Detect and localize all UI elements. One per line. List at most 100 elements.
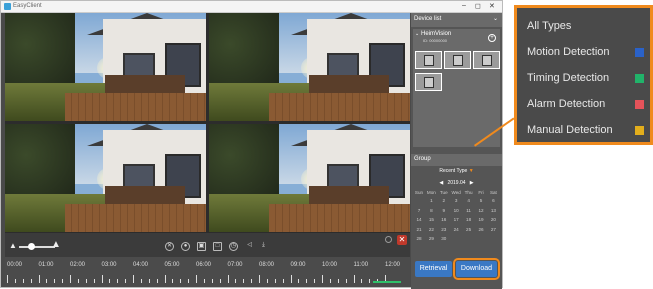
- volume-icon[interactable]: ◁: [245, 242, 254, 251]
- calendar-day[interactable]: 5: [475, 198, 487, 203]
- timeline-tick: [329, 279, 331, 283]
- timeline-tick: [7, 275, 8, 283]
- stop-icon[interactable]: ✕: [165, 242, 174, 251]
- calendar-day[interactable]: 30: [438, 236, 450, 241]
- timeline-tick: [38, 275, 40, 283]
- fullscreen-icon[interactable]: □: [213, 242, 222, 251]
- film-icon: [424, 55, 434, 66]
- calendar-day[interactable]: 9: [438, 208, 450, 213]
- record-icon[interactable]: ●: [181, 242, 190, 251]
- timeline-tick: [203, 279, 205, 283]
- zoom-slider[interactable]: [19, 246, 55, 248]
- calendar-day[interactable]: 6: [487, 198, 499, 203]
- timeline-label: 05:00: [164, 262, 180, 268]
- calendar-day[interactable]: 7: [413, 208, 425, 213]
- maximize-button[interactable]: ◻: [475, 2, 481, 10]
- calendar-day[interactable]: 8: [425, 208, 437, 213]
- settings-icon[interactable]: [385, 236, 392, 243]
- legend-item-motion: Motion Detection: [527, 46, 610, 58]
- timeline-tick: [322, 275, 323, 283]
- video-cell-1[interactable]: [5, 13, 206, 121]
- channel-thumb-1[interactable]: [415, 51, 442, 69]
- zoom-out-icon[interactable]: ▲: [9, 241, 17, 250]
- channel-thumb-3[interactable]: [473, 51, 500, 69]
- download-button[interactable]: Download: [453, 258, 500, 280]
- timeline-tick: [62, 279, 64, 283]
- timeline-tick: [172, 279, 174, 283]
- download-icon[interactable]: ⤓: [259, 242, 268, 251]
- timeline-tick: [306, 279, 308, 283]
- timeline-tick: [298, 279, 300, 283]
- calendar-day[interactable]: 22: [425, 227, 437, 232]
- calendar-day[interactable]: 13: [487, 208, 499, 213]
- timeline-tick: [290, 275, 292, 283]
- timeline-tick: [133, 275, 134, 283]
- calendar-day[interactable]: 18: [463, 217, 475, 222]
- dropdown-arrow-icon: ▼: [468, 168, 474, 174]
- timeline-tick: [77, 279, 79, 283]
- timeline-tick: [140, 279, 142, 283]
- calendar-day[interactable]: 10: [450, 208, 462, 213]
- timeline-record-segment[interactable]: [373, 281, 401, 283]
- timeline-tick: [188, 279, 190, 283]
- snapshot-icon[interactable]: ▣: [197, 242, 206, 251]
- timeline-tick: [369, 279, 371, 283]
- calendar-day[interactable]: 4: [463, 198, 475, 203]
- calendar-day[interactable]: 14: [413, 217, 425, 222]
- calendar-day[interactable]: 28: [413, 236, 425, 241]
- channel-thumb-4[interactable]: [415, 73, 442, 91]
- prev-month-icon[interactable]: ◀: [439, 180, 443, 186]
- timeline-tick: [30, 279, 32, 283]
- film-icon: [424, 77, 434, 88]
- calendar-day[interactable]: 15: [425, 217, 437, 222]
- calendar-weekday: Sun: [414, 190, 424, 195]
- video-cell-2[interactable]: [209, 13, 410, 121]
- calendar-day[interactable]: 21: [413, 227, 425, 232]
- video-cell-3[interactable]: [5, 124, 206, 232]
- calendar-day[interactable]: 16: [438, 217, 450, 222]
- calendar-day[interactable]: 11: [463, 208, 475, 213]
- calendar-day[interactable]: 3: [450, 198, 462, 203]
- zoom-in-icon[interactable]: ▲: [51, 239, 61, 250]
- close-window-button[interactable]: ✕: [489, 2, 495, 10]
- add-icon[interactable]: +: [488, 34, 496, 42]
- calendar-day[interactable]: 24: [450, 227, 462, 232]
- device-list-header[interactable]: Device list ⌄: [411, 13, 502, 27]
- calendar-day[interactable]: 12: [475, 208, 487, 213]
- channel-thumb-2[interactable]: [444, 51, 471, 69]
- zoom-slider-knob[interactable]: [28, 243, 35, 250]
- timeline-tick: [314, 279, 316, 283]
- record-type-select[interactable]: Recent Type ▼: [411, 168, 502, 178]
- calendar-day[interactable]: 1: [425, 198, 437, 203]
- calendar-day[interactable]: 27: [487, 227, 499, 232]
- calendar-day[interactable]: 19: [475, 217, 487, 222]
- timer-icon[interactable]: ◷: [229, 242, 238, 251]
- video-cell-4[interactable]: [209, 124, 410, 232]
- timeline-tick: [337, 279, 339, 283]
- calendar-day[interactable]: 20: [487, 217, 499, 222]
- calendar-day[interactable]: 26: [475, 227, 487, 232]
- calendar-day[interactable]: 17: [450, 217, 462, 222]
- calendar-day[interactable]: 23: [438, 227, 450, 232]
- device-list-label: Device list: [414, 16, 442, 22]
- close-playback-button[interactable]: ✕: [397, 235, 407, 245]
- timeline-label: 04:00: [133, 262, 149, 268]
- expand-chevron-icon[interactable]: ⌄: [415, 31, 419, 37]
- timeline-label: 06:00: [196, 262, 212, 268]
- device-item[interactable]: ⌄ HeimVision ID: 00000000 +: [413, 29, 500, 147]
- timeline[interactable]: 00:00 01:00 02:00 03:00 04:00 05:00 06:00 07:00…: [5, 257, 410, 287]
- calendar-weekday: Tue: [439, 190, 448, 195]
- minimize-button[interactable]: –: [462, 2, 466, 9]
- chevron-down-icon[interactable]: ⌄: [493, 15, 498, 22]
- timeline-tick: [54, 279, 56, 283]
- group-header[interactable]: Group: [411, 154, 502, 166]
- calendar-day[interactable]: 25: [463, 227, 475, 232]
- calendar-day[interactable]: 2: [438, 198, 450, 203]
- timeline-tick: [125, 279, 127, 283]
- timeline-tick: [219, 279, 221, 283]
- timeline-label: 10:00: [322, 262, 338, 268]
- calendar-day[interactable]: 29: [425, 236, 437, 241]
- timeline-label: 03:00: [101, 262, 117, 268]
- retrieval-button[interactable]: Retrieval: [415, 261, 452, 277]
- next-month-icon[interactable]: ▶: [470, 180, 474, 186]
